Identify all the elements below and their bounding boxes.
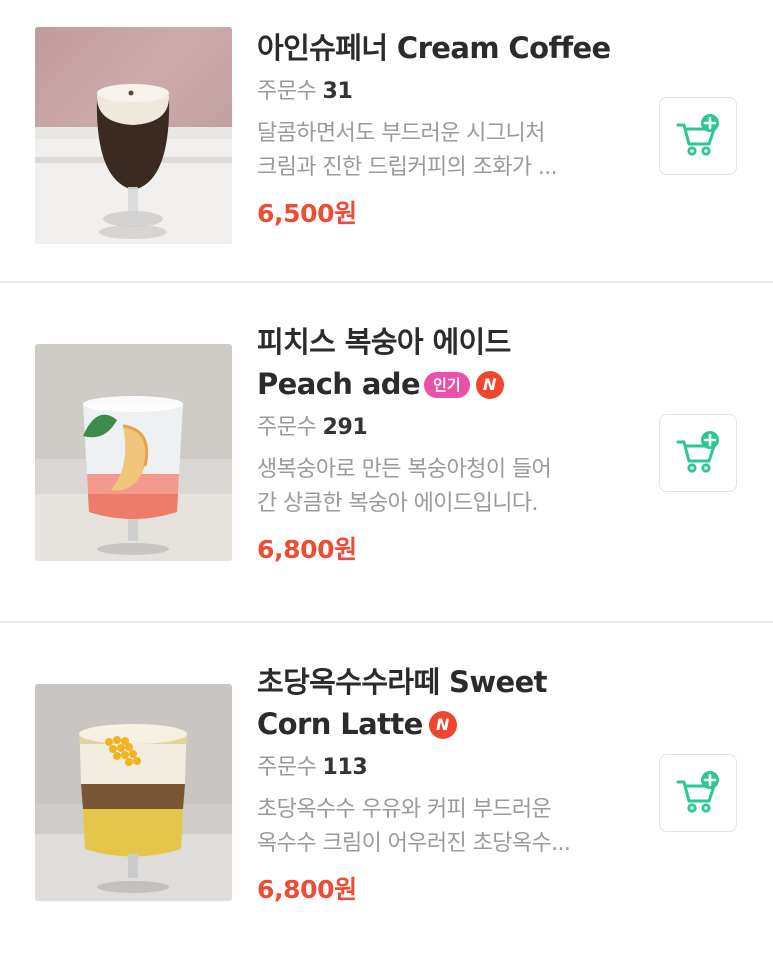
menu-item-photo[interactable] <box>35 684 232 901</box>
menu-item-name[interactable]: 아인슈페너 Cream Coffee <box>257 27 637 69</box>
menu-item-name[interactable]: 초당옥수수라떼 Sweet Corn Latte N <box>257 661 637 745</box>
order-count: 주문수 31 <box>257 75 637 109</box>
order-count-value: 113 <box>322 755 368 780</box>
description-line: 초당옥수수 우유와 커피 부드러운 <box>257 797 552 822</box>
order-count-label: 주문수 <box>257 415 317 440</box>
menu-item-info: 피치스 복숭아 에이드 Peach ade 인기 N 주문수 291 생복숭아로 만든… <box>257 321 637 569</box>
menu-item-price: 6,800원 <box>257 535 357 564</box>
menu-item-name[interactable]: 피치스 복숭아 에이드 Peach ade 인기 N <box>257 321 637 405</box>
menu-item-name-line: 초당옥수수라떼 Sweet <box>257 665 548 699</box>
menu-item-description: 초당옥수수 우유와 커피 부드러운 옥수수 크림이 어우러진 초당옥수... <box>257 793 617 861</box>
menu-item-name-text: Peach ade <box>257 367 421 401</box>
menu-item[interactable]: 아인슈페너 Cream Coffee 주문수 31 달콤하면서도 부드러운 시그니… <box>0 0 773 283</box>
new-badge: N <box>428 711 457 739</box>
new-badge: N <box>475 371 504 399</box>
cart-add-icon <box>676 114 719 156</box>
menu-item-info: 아인슈페너 Cream Coffee 주문수 31 달콤하면서도 부드러운 시그니… <box>257 27 637 233</box>
add-to-cart-button[interactable] <box>659 97 737 175</box>
description-line: 생복숭아로 만든 복숭아청이 들어 <box>257 457 552 482</box>
order-count: 주문수 291 <box>257 411 637 445</box>
menu-item-info: 초당옥수수라떼 Sweet Corn Latte N 주문수 113 초당옥수수 우… <box>257 661 637 909</box>
order-count: 주문수 113 <box>257 751 637 785</box>
add-to-cart-button[interactable] <box>659 754 737 832</box>
menu-item-name-line: 피치스 복숭아 에이드 <box>257 325 511 359</box>
peach-ade-photo <box>35 344 232 561</box>
menu-item-name-line: 아인슈페너 Cream Coffee <box>257 31 611 65</box>
cream-coffee-photo <box>35 27 232 244</box>
menu-item-description: 생복숭아로 만든 복숭아청이 들어 간 상큼한 복숭아 에이드입니다. <box>257 453 617 521</box>
description-line: 옥수수 크림이 어우러진 초당옥수... <box>257 831 571 856</box>
menu-item[interactable]: 초당옥수수라떼 Sweet Corn Latte N 주문수 113 초당옥수수 우… <box>0 623 773 962</box>
cart-add-icon <box>676 771 719 813</box>
add-to-cart-button[interactable] <box>659 414 737 492</box>
description-line: 간 상큼한 복숭아 에이드입니다. <box>257 491 539 516</box>
menu-item-photo[interactable] <box>35 27 232 244</box>
menu-item-price: 6,500원 <box>257 199 357 228</box>
popular-badge: 인기 <box>424 372 470 398</box>
menu-item-name-text: Corn Latte <box>257 707 423 741</box>
menu-item-photo[interactable] <box>35 344 232 561</box>
corn-latte-photo <box>35 684 232 901</box>
menu-list: 아인슈페너 Cream Coffee 주문수 31 달콤하면서도 부드러운 시그니… <box>0 0 773 962</box>
order-count-value: 31 <box>322 79 353 104</box>
description-line: 달콤하면서도 부드러운 시그니처 <box>257 121 545 146</box>
order-count-label: 주문수 <box>257 755 317 780</box>
order-count-value: 291 <box>322 415 368 440</box>
cart-add-icon <box>676 431 719 473</box>
description-line: 크림과 진한 드립커피의 조화가 ... <box>257 155 558 180</box>
menu-item-name-line: Peach ade 인기 N <box>257 363 637 405</box>
menu-item-description: 달콤하면서도 부드러운 시그니처 크림과 진한 드립커피의 조화가 ... <box>257 117 617 185</box>
menu-item[interactable]: 피치스 복숭아 에이드 Peach ade 인기 N 주문수 291 생복숭아로 만든… <box>0 283 773 623</box>
menu-item-name-line: Corn Latte N <box>257 703 637 745</box>
menu-item-price: 6,800원 <box>257 875 357 904</box>
order-count-label: 주문수 <box>257 79 317 104</box>
